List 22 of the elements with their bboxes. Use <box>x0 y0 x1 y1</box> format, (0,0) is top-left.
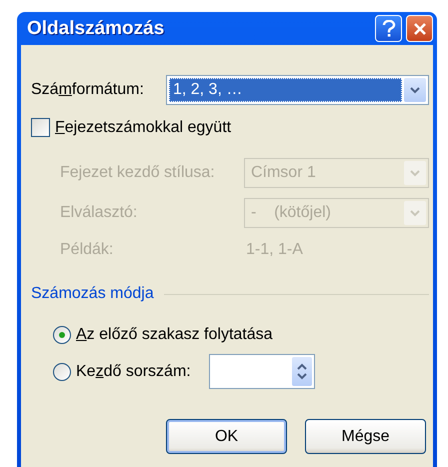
window-title: Oldalszámozás <box>27 18 166 40</box>
radio-button[interactable] <box>53 362 71 380</box>
help-icon <box>382 20 396 38</box>
radio-label[interactable]: Az előző szakasz folytatása <box>76 326 273 344</box>
help-button[interactable] <box>375 15 402 42</box>
field-label: Példák: <box>60 241 114 259</box>
example-text: 1-1, 1-A <box>246 241 303 259</box>
field-label: Elválasztó: <box>60 204 138 222</box>
close-button[interactable] <box>406 15 433 42</box>
field-label: Fejezet kezdő stílusa: <box>60 164 216 182</box>
radio-button[interactable] <box>53 326 71 344</box>
number-field[interactable] <box>208 354 315 389</box>
checkbox[interactable] <box>31 118 50 137</box>
ok-button[interactable]: OK <box>166 419 287 454</box>
checkbox-label[interactable]: Fejezetszámokkal együtt <box>55 118 232 136</box>
spinner-arrows-icon[interactable] <box>292 357 312 386</box>
radio-label[interactable]: Kezdő sorszám: <box>76 362 191 380</box>
cancel-button[interactable]: Mégse <box>305 419 426 454</box>
close-icon <box>412 22 426 36</box>
field-label: Számformátum: <box>31 81 145 99</box>
section-title: Számozás módja <box>31 285 154 303</box>
dropdown-field[interactable]: 1, 2, 3, … <box>166 75 429 105</box>
